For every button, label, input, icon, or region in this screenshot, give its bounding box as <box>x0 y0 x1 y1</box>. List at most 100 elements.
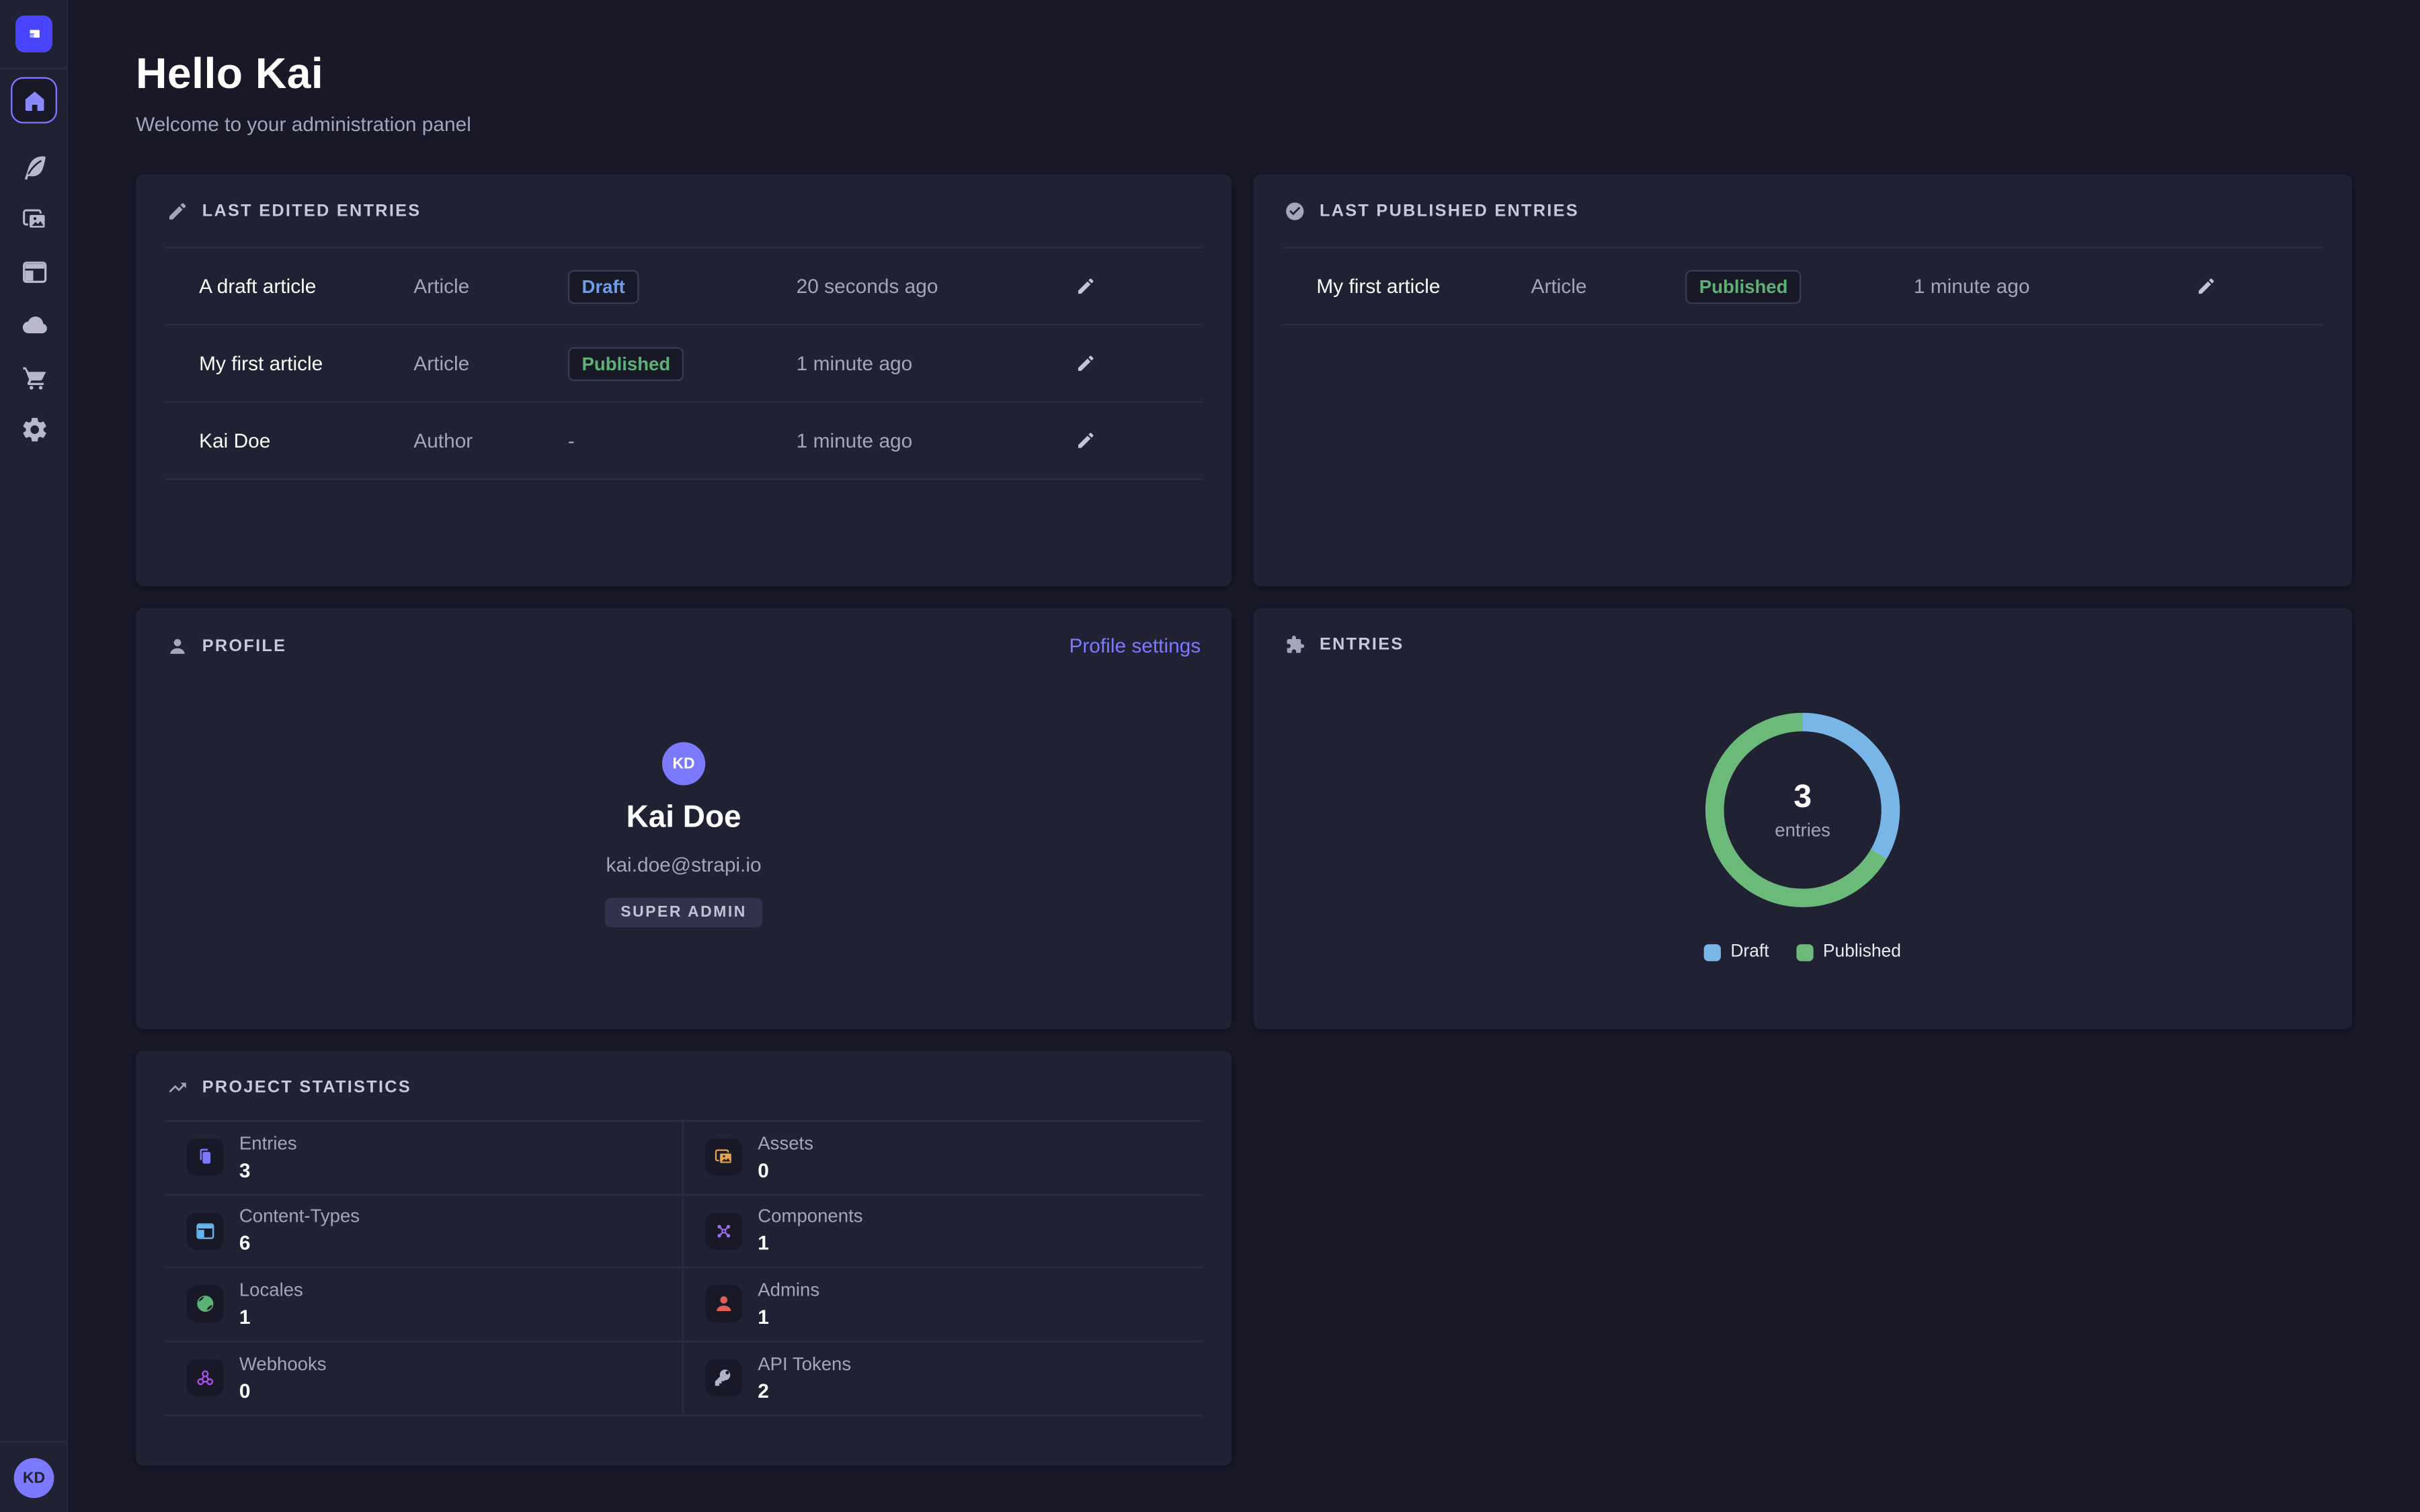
entries-count: 3 <box>1793 779 1812 816</box>
entry-name: Kai Doe <box>165 429 414 452</box>
legend-label: Published <box>1823 943 1901 962</box>
user-avatar[interactable]: KD <box>14 1458 54 1499</box>
table-row[interactable]: My first article Article Published 1 min… <box>165 325 1203 403</box>
stat-label: Content-Types <box>239 1207 360 1228</box>
sidebar-item-settings[interactable] <box>17 413 50 446</box>
edit-entry-button[interactable] <box>1069 424 1101 456</box>
profile-email: kai.doe@strapi.io <box>606 853 762 876</box>
images-icon <box>19 205 49 235</box>
sidebar-item-marketplace[interactable] <box>17 361 50 393</box>
status-empty: - <box>568 429 575 452</box>
entries-chart-body: 3 entries Draft Published <box>1253 676 2352 962</box>
pencil-icon <box>1075 431 1095 451</box>
status-badge: Published <box>1685 269 1802 304</box>
sidebar-item-media-library[interactable] <box>17 204 50 236</box>
table-row[interactable]: Kai Doe Author - 1 minute ago <box>165 403 1203 480</box>
strapi-logo-icon <box>22 22 45 45</box>
sidebar: KD <box>0 0 68 1512</box>
profile-body: KD Kai Doe kai.doe@strapi.io SUPER ADMIN <box>136 677 1232 927</box>
entry-time: 1 minute ago <box>797 351 968 374</box>
entry-name: My first article <box>1283 275 1531 298</box>
sidebar-item-content-manager[interactable] <box>17 151 50 183</box>
stat-value: 0 <box>758 1158 813 1181</box>
last-published-entries-card: LAST PUBLISHED ENTRIES My first article … <box>1253 174 2352 586</box>
stat-label: API Tokens <box>758 1354 851 1376</box>
legend-item-published: Published <box>1797 943 1901 962</box>
pencil-icon <box>1075 353 1095 374</box>
entries-chart-card: ENTRIES 3 entries Draft Published <box>1253 608 2352 1030</box>
page-title: Hello Kai <box>136 49 471 98</box>
avatar: KD <box>662 742 705 785</box>
card-header: LAST PUBLISHED ENTRIES <box>1253 174 2352 242</box>
card-title: LAST EDITED ENTRIES <box>202 202 421 221</box>
feather-icon <box>19 153 49 182</box>
puzzle-icon <box>1284 634 1305 656</box>
stat-components: Components1 <box>684 1195 1202 1268</box>
stat-label: Admins <box>758 1280 819 1302</box>
edit-entry-button[interactable] <box>1069 347 1101 380</box>
edit-entry-button[interactable] <box>2189 270 2222 302</box>
layout-icon <box>19 257 49 287</box>
stat-label: Assets <box>758 1134 813 1155</box>
user-icon <box>167 635 188 657</box>
edit-entry-button[interactable] <box>1069 270 1101 302</box>
card-header: PROFILE Profile settings <box>136 608 1232 677</box>
entries-icon <box>194 1146 216 1168</box>
stat-value: 1 <box>758 1305 819 1328</box>
entry-type: Article <box>413 351 568 374</box>
entry-name: My first article <box>165 351 414 374</box>
stat-webhooks: Webhooks 0 <box>165 1341 684 1415</box>
locales-icon <box>194 1294 216 1315</box>
assets-icon <box>713 1146 735 1168</box>
trending-up-icon <box>167 1077 188 1099</box>
profile-name: Kai Doe <box>627 801 741 837</box>
entry-time: 1 minute ago <box>797 429 968 452</box>
stat-value: 0 <box>239 1379 327 1402</box>
stat-locales: Locales1 <box>165 1268 684 1341</box>
check-circle-icon <box>1284 200 1305 222</box>
strapi-logo[interactable] <box>15 15 52 52</box>
stat-label: Webhooks <box>239 1354 327 1376</box>
last-edited-entries-card: LAST EDITED ENTRIES A draft article Arti… <box>136 174 1232 586</box>
pencil-icon <box>167 200 188 222</box>
entry-time: 1 minute ago <box>1914 275 2088 298</box>
sidebar-item-content-type-builder[interactable] <box>17 256 50 288</box>
table-row[interactable]: My first article Article Published 1 min… <box>1283 249 2323 326</box>
stat-entries: Entries3 <box>165 1122 684 1195</box>
stat-content-types: Content-Types6 <box>165 1195 684 1268</box>
card-header: PROJECT STATISTICS <box>136 1051 1232 1119</box>
stat-admins: Admins 1 <box>684 1268 1202 1341</box>
profile-settings-link[interactable]: Profile settings <box>1069 634 1201 657</box>
stat-assets: Assets 0 <box>684 1122 1202 1195</box>
draft-swatch <box>1704 943 1721 960</box>
entry-type: Author <box>413 429 568 452</box>
page-subtitle: Welcome to your administration panel <box>136 113 471 136</box>
sidebar-item-deploy[interactable] <box>17 308 50 341</box>
sidebar-item-home[interactable] <box>11 77 57 124</box>
card-header: ENTRIES <box>1253 608 2352 676</box>
published-swatch <box>1797 943 1814 960</box>
entry-type: Article <box>413 275 568 298</box>
entries-unit: entries <box>1775 819 1830 841</box>
app-canvas: KD Hello Kai Welcome to your administrat… <box>0 0 2420 1512</box>
chart-legend: Draft Published <box>1704 943 1901 962</box>
table-row[interactable]: A draft article Article Draft 20 seconds… <box>165 249 1203 326</box>
cart-icon <box>19 363 49 392</box>
legend-item-draft: Draft <box>1704 943 1769 962</box>
stat-api-tokens: API Tokens2 <box>684 1341 1202 1415</box>
sidebar-nav <box>0 77 68 446</box>
pencil-icon <box>1075 276 1095 296</box>
gear-icon <box>19 415 49 445</box>
role-badge: SUPER ADMIN <box>605 898 762 927</box>
status-badge: Draft <box>568 269 639 304</box>
stat-label: Components <box>758 1207 862 1228</box>
stat-value: 3 <box>239 1158 297 1181</box>
pencil-icon <box>2195 276 2216 296</box>
stat-value: 1 <box>239 1305 303 1328</box>
entry-name: A draft article <box>165 275 414 298</box>
sidebar-bottom-divider <box>0 1441 68 1442</box>
entries-donut: 3 entries <box>1705 713 1900 907</box>
components-icon <box>713 1220 735 1241</box>
content-types-icon <box>194 1220 216 1241</box>
entries-table: A draft article Article Draft 20 seconds… <box>165 247 1203 480</box>
